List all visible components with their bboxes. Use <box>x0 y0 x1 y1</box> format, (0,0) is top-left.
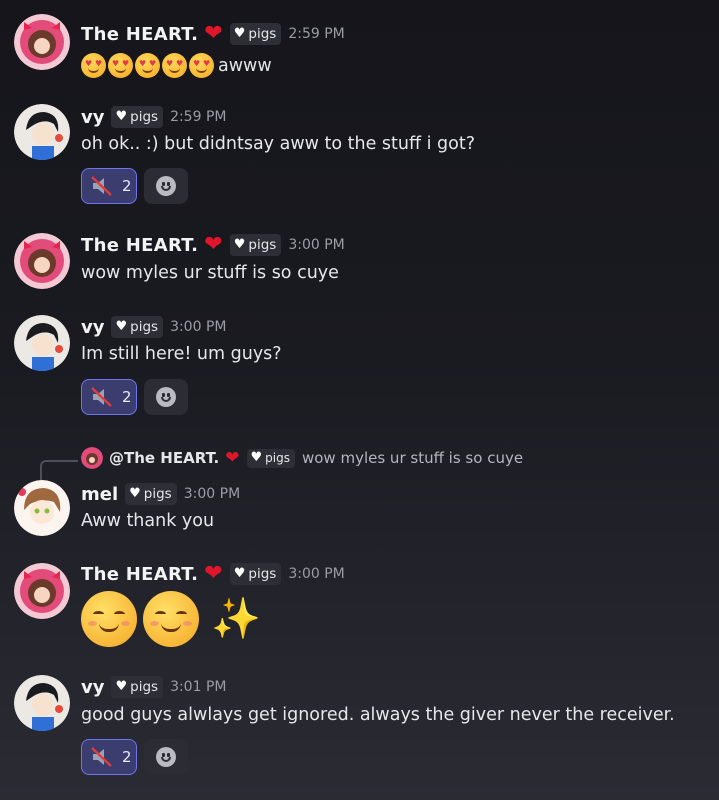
tag-label: pigs <box>248 25 277 42</box>
reply-text: wow myles ur stuff is so cuye <box>301 449 524 467</box>
reply-connector <box>40 460 78 480</box>
smiling-face-emoji <box>143 591 199 647</box>
relaxed-face-emoji <box>81 591 137 647</box>
server-tag[interactable]: ♥ pigs <box>246 448 295 468</box>
add-reaction-button[interactable] <box>144 739 188 775</box>
server-tag[interactable]: ♥ pigs <box>229 234 282 256</box>
heart-icon: ♥ <box>233 26 246 41</box>
reaction-count: 2 <box>122 748 132 766</box>
message-text: Aww thank you <box>81 511 215 531</box>
heart-icon: ❤ <box>204 21 223 46</box>
heart-icon: ❤ <box>204 232 223 257</box>
heart-eyes-emoji: ♥ ♥ <box>189 53 214 78</box>
heart-icon: ♥ <box>233 566 246 581</box>
server-tag[interactable]: ♥ pigs <box>111 316 164 338</box>
timestamp: 3:01 PM <box>170 679 227 695</box>
add-reaction-button[interactable] <box>144 379 188 415</box>
tag-label: pigs <box>248 565 277 582</box>
avatar-vy[interactable] <box>14 315 70 371</box>
reaction-count: 2 <box>122 177 132 195</box>
reply-avatar <box>81 447 103 469</box>
username[interactable]: vy <box>81 677 104 698</box>
sparkles-emoji: ✨ <box>211 596 261 642</box>
tag-label: pigs <box>130 678 159 695</box>
tag-label: pigs <box>130 108 159 125</box>
message-content: ✨ <box>81 591 261 647</box>
message-text: Im still here! um guys? <box>81 344 282 364</box>
timestamp: 3:00 PM <box>170 319 227 335</box>
add-reaction-icon <box>156 176 176 196</box>
timestamp: 2:59 PM <box>170 109 227 125</box>
reply-username[interactable]: @The HEART. <box>109 449 219 467</box>
message-text: awww <box>218 55 272 76</box>
timestamp: 2:59 PM <box>288 26 345 42</box>
server-tag[interactable]: ♥ pigs <box>111 676 164 698</box>
server-tag[interactable]: ♥ pigs <box>111 106 164 128</box>
tag-label: pigs <box>143 485 172 502</box>
message-text: oh ok.. :) but didntsay aww to the stuff… <box>81 134 475 154</box>
muted-speaker-icon <box>91 387 112 407</box>
server-tag[interactable]: ♥ pigs <box>125 483 177 505</box>
avatar-vy[interactable] <box>14 675 70 731</box>
heart-eyes-emoji: ♥ ♥ <box>135 53 160 78</box>
reaction-speaker-button[interactable]: 2 <box>81 379 137 415</box>
reaction-bar: 2 <box>81 379 188 415</box>
reply-preview[interactable]: @The HEART. ❤ ♥ pigs wow myles ur stuff i… <box>81 447 523 469</box>
heart-eyes-emoji: ♥ ♥ <box>162 53 187 78</box>
add-reaction-button[interactable] <box>144 168 188 204</box>
username[interactable]: The HEART. <box>81 235 198 256</box>
reaction-bar: 2 <box>81 168 188 204</box>
avatar-vy[interactable] <box>14 104 70 160</box>
avatar-the-heart[interactable] <box>14 14 70 70</box>
reaction-speaker-button[interactable]: 2 <box>81 168 137 204</box>
message-content: ♥ ♥ ♥ ♥ ♥ ♥ ♥ ♥ ♥ ♥ awww <box>81 53 272 78</box>
timestamp: 3:00 PM <box>183 486 241 502</box>
timestamp: 3:00 PM <box>288 237 345 253</box>
avatar-the-heart[interactable] <box>14 563 70 619</box>
avatar-the-heart[interactable] <box>14 233 70 289</box>
avatar-mel[interactable] <box>14 480 70 536</box>
username[interactable]: The HEART. <box>81 24 198 45</box>
username[interactable]: vy <box>81 107 104 128</box>
heart-icon: ♥ <box>115 109 128 124</box>
smiling-hearts-emoji: ♥ ♥ <box>81 53 106 78</box>
tag-label: pigs <box>265 450 290 465</box>
username[interactable]: The HEART. <box>81 564 198 585</box>
heart-icon: ❤ <box>204 561 223 586</box>
add-reaction-icon <box>156 747 176 767</box>
heart-icon: ♥ <box>233 237 246 252</box>
server-tag[interactable]: ♥ pigs <box>229 563 282 585</box>
heart-icon: ♥ <box>115 679 128 694</box>
tag-label: pigs <box>248 236 277 253</box>
reaction-speaker-button[interactable]: 2 <box>81 739 137 775</box>
username[interactable]: mel <box>81 484 118 505</box>
muted-speaker-icon <box>91 176 112 196</box>
heart-icon: ♥ <box>250 450 263 465</box>
reaction-count: 2 <box>122 388 132 406</box>
tag-label: pigs <box>130 318 159 335</box>
add-reaction-icon <box>156 387 176 407</box>
reaction-bar: 2 <box>81 739 188 775</box>
timestamp: 3:00 PM <box>288 566 345 582</box>
username[interactable]: vy <box>81 317 104 338</box>
message-text: wow myles ur stuff is so cuye <box>81 263 339 283</box>
heart-icon: ♥ <box>129 486 141 501</box>
heart-icon: ♥ <box>115 319 128 334</box>
message-text: good guys alwlays get ignored. always th… <box>81 705 675 725</box>
server-tag[interactable]: ♥ pigs <box>229 23 282 45</box>
heart-icon: ❤ <box>225 447 240 468</box>
kissing-heart-emoji: ♥ ♥ <box>108 53 133 78</box>
muted-speaker-icon <box>91 747 112 767</box>
